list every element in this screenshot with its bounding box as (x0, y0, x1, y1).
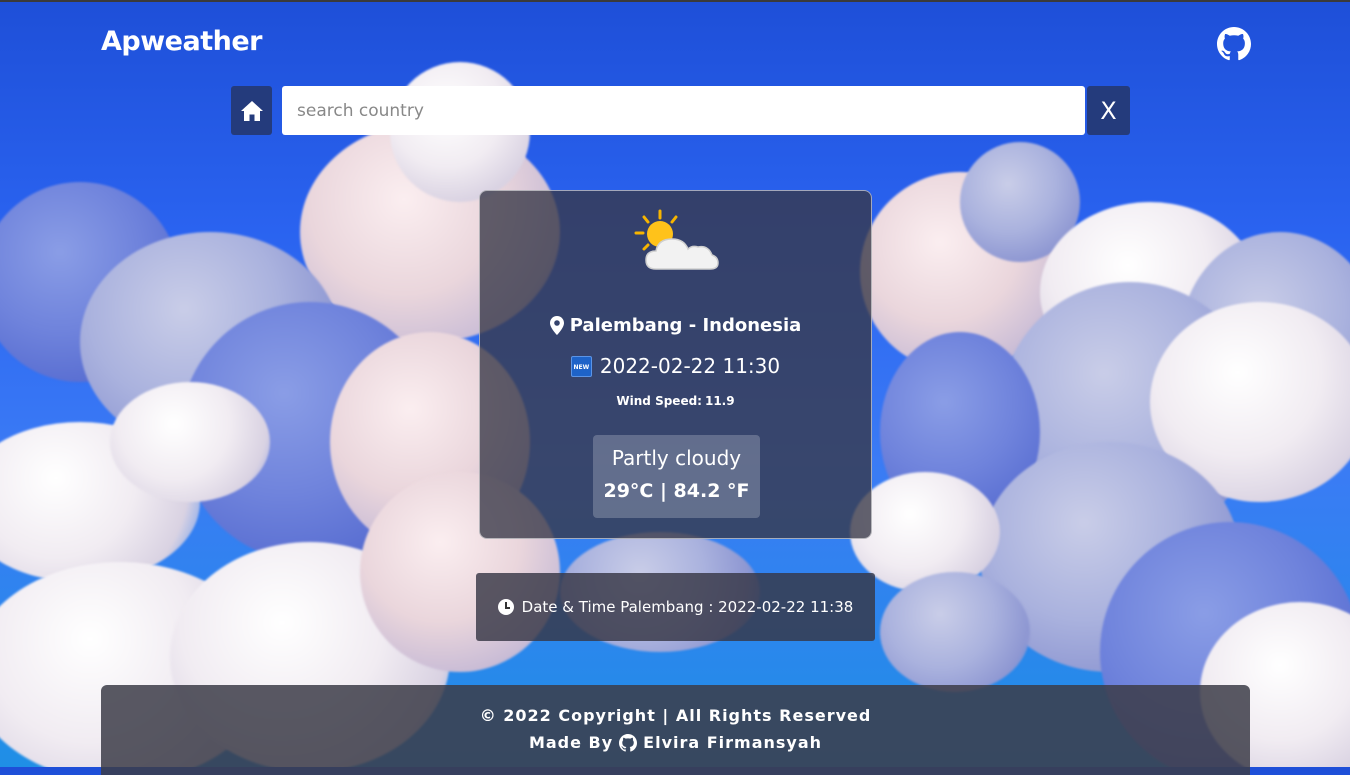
wind-speed-label: Wind Speed: (616, 394, 702, 408)
home-button[interactable] (231, 86, 272, 135)
wind-speed: Wind Speed: 11.9 (480, 394, 871, 408)
location-text: Palembang - Indonesia (569, 315, 802, 336)
local-time-text: 2022-02-22 11:30 (599, 354, 781, 378)
author-link[interactable]: Elvira Firmansyah (643, 733, 822, 752)
clock-icon (497, 599, 514, 615)
footer: © 2022 Copyright | All Rights Reserved M… (101, 685, 1250, 775)
clear-search-button[interactable]: X (1087, 86, 1130, 135)
map-pin-icon (549, 316, 564, 335)
made-by-label: Made By (528, 733, 614, 752)
partly-cloudy-icon (634, 209, 719, 270)
weather-card: Palembang - Indonesia NEW 2022-02-22 11:… (479, 190, 872, 539)
local-time: NEW 2022-02-22 11:30 (480, 354, 871, 378)
wind-speed-value: 11.9 (704, 394, 735, 408)
app-logo[interactable]: Apweather (101, 26, 262, 57)
condition-box: Partly cloudy 29°C | 84.2 °F (593, 435, 760, 518)
home-icon (240, 100, 263, 121)
copyright-text: © 2022 Copyright | All Rights Reserved (479, 706, 872, 725)
new-badge-icon: NEW (570, 355, 592, 377)
condition-text: Partly cloudy (611, 446, 742, 470)
temperature-text: 29°C | 84.2 °F (603, 480, 750, 502)
made-by: Made By Elvira Firmansyah (101, 733, 1250, 752)
github-icon[interactable] (619, 733, 638, 752)
github-icon[interactable] (1217, 27, 1251, 61)
search-input[interactable] (282, 86, 1085, 135)
datetime-text: Date & Time Palembang : 2022-02-22 11:38 (521, 598, 854, 616)
location-heading: Palembang - Indonesia (480, 315, 871, 336)
datetime-bar: Date & Time Palembang : 2022-02-22 11:38 (476, 573, 875, 641)
